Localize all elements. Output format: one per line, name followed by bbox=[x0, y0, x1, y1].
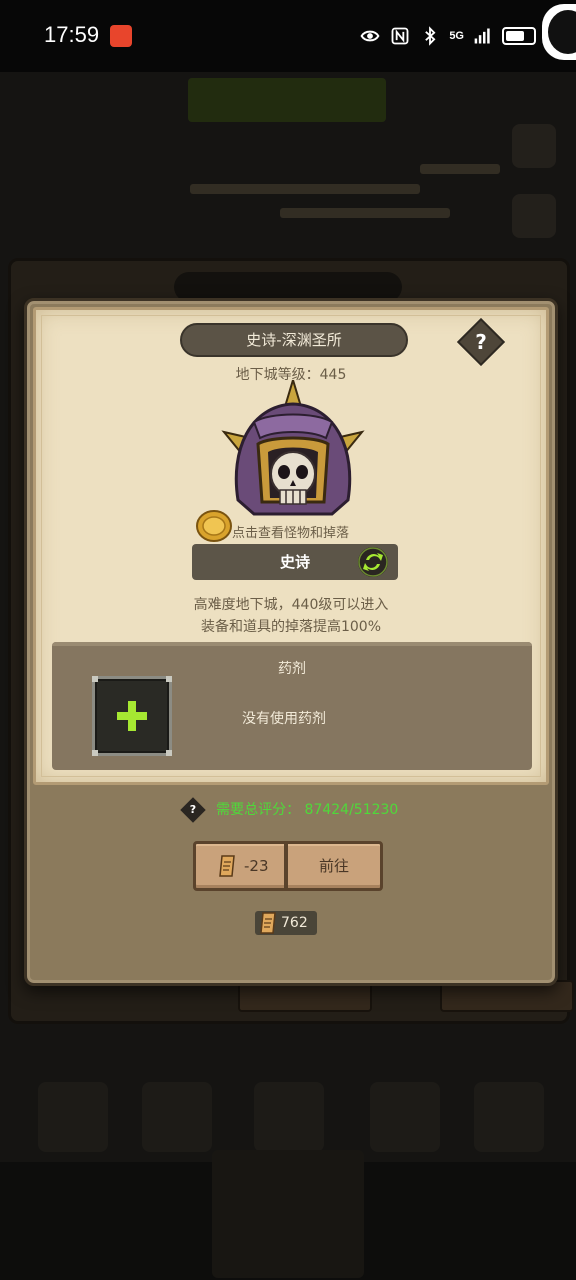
potion-panel: 药剂 没有使用药剂 bbox=[52, 642, 532, 770]
scroll-ticket-icon bbox=[260, 912, 276, 934]
background-nav-icon bbox=[370, 1082, 440, 1152]
network-label: 5G bbox=[449, 30, 464, 42]
enter-dungeon-controls: -23 前往 bbox=[193, 841, 383, 893]
background-text-line bbox=[420, 164, 500, 174]
dungeon-description-line-2: 装备和道具的掉落提高100% bbox=[200, 619, 382, 635]
help-button[interactable]: ? bbox=[464, 325, 498, 359]
dungeon-description-line-1: 高难度地下城，440级可以进入 bbox=[193, 597, 389, 613]
bluetooth-icon bbox=[425, 26, 436, 46]
dungeon-dialog: 史诗-深渊圣所 ? 地下城等级：445 点击查看怪物和掉落 史诗 高难度地下城，… bbox=[24, 298, 558, 986]
score-requirement: ? 需要总评分： 87424/51230 bbox=[27, 797, 555, 823]
floating-assistant-icon[interactable] bbox=[542, 4, 576, 60]
status-icons: 5G bbox=[359, 24, 536, 48]
go-button[interactable]: 前往 bbox=[285, 841, 383, 891]
background-nav-icon bbox=[38, 1082, 108, 1152]
potion-title: 药剂 bbox=[278, 661, 306, 677]
dungeon-title: 史诗-深渊圣所 bbox=[180, 323, 408, 357]
ticket-balance-value: 762 bbox=[281, 915, 308, 931]
potion-status: 没有使用药剂 bbox=[242, 711, 326, 727]
ticket-balance: 762 bbox=[255, 911, 317, 935]
battery-icon bbox=[502, 27, 536, 45]
signal-icon bbox=[474, 28, 490, 44]
app-notification-icon bbox=[110, 25, 132, 47]
boss-hint-text[interactable]: 点击查看怪物和掉落 bbox=[232, 522, 349, 541]
status-bar: 17:59 5G bbox=[0, 0, 576, 72]
background-nav-icon bbox=[474, 1082, 544, 1152]
switch-difficulty-icon[interactable] bbox=[358, 547, 388, 577]
background-banner bbox=[188, 78, 386, 122]
background-nav-icon bbox=[254, 1082, 324, 1152]
nfc-icon bbox=[391, 27, 409, 45]
score-label: 需要总评分： bbox=[216, 802, 301, 818]
add-potion-button[interactable] bbox=[92, 676, 172, 756]
ticket-cost: -23 bbox=[193, 841, 287, 891]
boss-skull-helmet-icon[interactable] bbox=[220, 380, 366, 530]
gold-coin-icon bbox=[196, 510, 232, 542]
plus-icon bbox=[117, 701, 147, 731]
score-help-icon[interactable]: ? bbox=[179, 797, 206, 823]
dungeon-info-card: 史诗-深渊圣所 ? 地下城等级：445 点击查看怪物和掉落 史诗 高难度地下城，… bbox=[33, 307, 549, 785]
score-value: 87424/51230 bbox=[304, 802, 399, 818]
background-side-icon bbox=[512, 194, 556, 238]
background-side-icon bbox=[512, 124, 556, 168]
eye-icon bbox=[360, 30, 380, 42]
background-nav-icon bbox=[142, 1082, 212, 1152]
scroll-ticket-icon bbox=[219, 855, 235, 877]
status-time: 17:59 bbox=[44, 22, 100, 47]
background-nav-center bbox=[212, 1150, 364, 1278]
background-text-line bbox=[280, 208, 450, 218]
background-text-line bbox=[190, 184, 420, 194]
ticket-cost-value: -23 bbox=[244, 857, 269, 875]
